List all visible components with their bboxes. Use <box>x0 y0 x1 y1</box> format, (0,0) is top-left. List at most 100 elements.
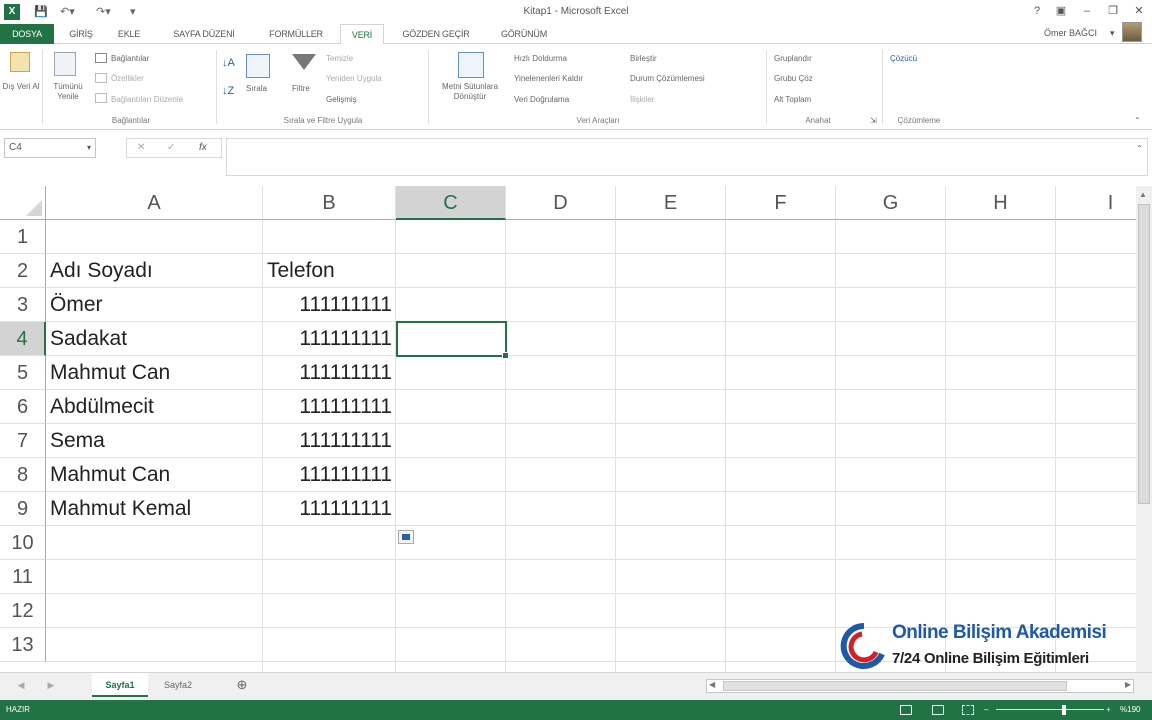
normal-view-icon[interactable] <box>900 705 912 715</box>
active-cell-selection[interactable] <box>396 321 509 359</box>
tab-insert[interactable]: EKLE <box>106 24 152 44</box>
insert-function-button[interactable]: fx <box>199 139 207 157</box>
cell-b3[interactable]: 111111111 <box>263 288 396 322</box>
cell-a4[interactable]: Sadakat <box>46 322 263 356</box>
cell-a7[interactable]: Sema <box>46 424 263 458</box>
zoom-in-icon[interactable]: + <box>1106 700 1111 720</box>
column-header-d[interactable]: D <box>506 186 616 220</box>
consolidate-button[interactable]: Birleştir <box>630 54 657 64</box>
collapse-ribbon-icon[interactable]: ⌃ <box>1134 116 1141 126</box>
formula-input[interactable] <box>226 138 1148 176</box>
zoom-level[interactable]: %190 <box>1120 700 1140 720</box>
tab-formulas[interactable]: FORMÜLLER <box>256 24 336 44</box>
scroll-right-icon[interactable]: ▶ <box>1125 680 1131 689</box>
edit-links-button[interactable]: Bağlantıları Düzenle <box>111 95 183 105</box>
relationships-button[interactable]: İlişkiler <box>630 95 654 105</box>
row-header-7[interactable]: 7 <box>0 424 46 458</box>
cell-a3[interactable]: Ömer <box>46 288 263 322</box>
row-header-5[interactable]: 5 <box>0 356 46 390</box>
properties-button[interactable]: Özellikler <box>111 74 144 84</box>
tab-file[interactable]: DOSYA <box>0 24 54 44</box>
cell-b7[interactable]: 111111111 <box>263 424 396 458</box>
name-box[interactable]: C4 ▾ <box>4 138 96 158</box>
cell-b6[interactable]: 111111111 <box>263 390 396 424</box>
sort-button[interactable]: Sırala <box>246 84 267 94</box>
paste-options-icon[interactable] <box>398 530 414 544</box>
select-all-corner[interactable] <box>0 186 46 220</box>
what-if-button[interactable]: Durum Çözümlemesi <box>630 74 705 84</box>
flash-fill-button[interactable]: Hızlı Doldurma <box>514 54 567 64</box>
cell-b9[interactable]: 111111111 <box>263 492 396 526</box>
column-header-a[interactable]: A <box>46 186 263 220</box>
cell-b8[interactable]: 111111111 <box>263 458 396 492</box>
vertical-scroll-thumb[interactable] <box>1138 204 1150 504</box>
data-validation-button[interactable]: Veri Doğrulama <box>514 95 569 105</box>
tab-page-layout[interactable]: SAYFA DÜZENİ <box>154 24 254 44</box>
row-header-2[interactable]: 2 <box>0 254 46 288</box>
cell-a8[interactable]: Mahmut Can <box>46 458 263 492</box>
tab-data[interactable]: VERİ <box>340 24 384 45</box>
zoom-slider[interactable] <box>996 709 1104 710</box>
sort-za-icon[interactable]: ↓Z <box>222 86 234 97</box>
ungroup-button[interactable]: Grubu Çöz <box>774 74 813 84</box>
minimize-button[interactable]: – <box>1076 2 1098 20</box>
reapply-button[interactable]: Yeniden Uygula <box>326 74 382 84</box>
row-header-9[interactable]: 9 <box>0 492 46 526</box>
avatar[interactable] <box>1122 22 1142 42</box>
new-sheet-icon[interactable]: ⊕ <box>232 673 252 697</box>
column-header-e[interactable]: E <box>616 186 726 220</box>
tab-home[interactable]: GİRİŞ <box>58 24 104 44</box>
vertical-scrollbar[interactable]: ▲ <box>1136 186 1152 672</box>
column-header-g[interactable]: G <box>836 186 946 220</box>
remove-duplicates-button[interactable]: Yinelenenleri Kaldır <box>514 74 583 84</box>
tab-view[interactable]: GÖRÜNÜM <box>486 24 562 44</box>
refresh-all-button[interactable]: Tümünü Yenile <box>46 82 90 102</box>
sort-az-icon[interactable]: ↓A <box>222 58 235 69</box>
subtotal-button[interactable]: Alt Toplam <box>774 95 811 105</box>
restore-button[interactable]: ❐ <box>1102 2 1124 20</box>
row-header-4[interactable]: 4 <box>0 322 46 356</box>
advanced-button[interactable]: Gelişmiş <box>326 95 357 105</box>
cancel-icon[interactable]: ✕ <box>137 139 145 157</box>
column-header-c[interactable]: C <box>396 186 506 220</box>
cell-b2[interactable]: Telefon <box>263 254 396 288</box>
name-box-chevron-icon[interactable]: ▾ <box>87 139 91 157</box>
connections-button[interactable]: Bağlantılar <box>111 54 149 64</box>
page-layout-view-icon[interactable] <box>932 705 944 715</box>
column-header-f[interactable]: F <box>726 186 836 220</box>
horizontal-scroll-thumb[interactable] <box>723 681 1067 691</box>
ribbon-display-icon[interactable]: ▣ <box>1050 2 1072 20</box>
cell-a6[interactable]: Abdülmecit <box>46 390 263 424</box>
column-header-h[interactable]: H <box>946 186 1056 220</box>
scroll-left-icon[interactable]: ◀ <box>709 680 715 689</box>
user-name[interactable]: Ömer BAĞCI <box>1044 28 1097 38</box>
cell-b5[interactable]: 111111111 <box>263 356 396 390</box>
outline-dialog-launcher-icon[interactable]: ⇲ <box>870 116 877 126</box>
cell-b4[interactable]: 111111111 <box>263 322 396 356</box>
cell-a9[interactable]: Mahmut Kemal <box>46 492 263 526</box>
user-menu-chevron-icon[interactable]: ▾ <box>1110 28 1115 39</box>
next-sheet-icon[interactable]: ▶ <box>44 673 58 697</box>
group-button[interactable]: Gruplandır <box>774 54 812 64</box>
page-break-view-icon[interactable] <box>962 705 974 715</box>
row-header-11[interactable]: 11 <box>0 560 46 594</box>
worksheet-grid[interactable]: A B C D E F G H I 1 2 3 4 5 6 7 8 9 10 1… <box>0 186 1136 672</box>
zoom-slider-handle[interactable] <box>1062 705 1066 715</box>
enter-icon[interactable]: ✓ <box>167 139 175 157</box>
row-header-12[interactable]: 12 <box>0 594 46 628</box>
filter-button[interactable]: Filtre <box>292 84 310 94</box>
row-header-1[interactable]: 1 <box>0 220 46 254</box>
text-to-columns-button[interactable]: Metni Sütunlara Dönüştür <box>430 82 510 102</box>
zoom-out-icon[interactable]: – <box>984 700 988 720</box>
scroll-up-icon[interactable]: ▲ <box>1139 190 1147 199</box>
row-header-3[interactable]: 3 <box>0 288 46 322</box>
column-header-b[interactable]: B <box>263 186 396 220</box>
row-header-6[interactable]: 6 <box>0 390 46 424</box>
solver-button[interactable]: Çözücü <box>890 54 917 64</box>
clear-button[interactable]: Temizle <box>326 54 353 64</box>
external-data-button[interactable]: Dış Veri Al <box>2 82 40 92</box>
close-button[interactable]: ✕ <box>1128 2 1150 20</box>
tab-review[interactable]: GÖZDEN GEÇİR <box>388 24 484 44</box>
prev-sheet-icon[interactable]: ◀ <box>14 673 28 697</box>
column-header-i[interactable]: I <box>1056 186 1136 220</box>
